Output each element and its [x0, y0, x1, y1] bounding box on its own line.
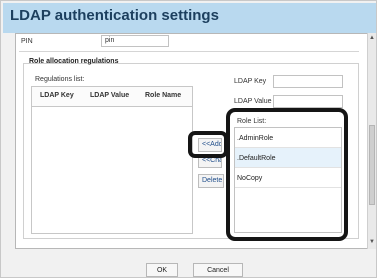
- ldap-value-label: LDAP Value: [234, 98, 272, 105]
- cancel-button[interactable]: Cancel: [193, 263, 243, 277]
- role-item-adminrole[interactable]: .AdminRole: [235, 128, 341, 148]
- role-list-label: Role List:: [237, 118, 267, 125]
- pin-field[interactable]: pin: [101, 35, 169, 47]
- ldap-key-label: LDAP Key: [234, 78, 267, 85]
- ldap-key-input[interactable]: [273, 75, 343, 88]
- column-header-ldap-value[interactable]: LDAP Value: [90, 92, 129, 99]
- role-list-highlight: Role List: .AdminRole .DefaultRole NoCop…: [226, 108, 348, 241]
- regulations-table[interactable]: LDAP Key LDAP Value Role Name: [31, 86, 193, 234]
- section-title: Role allocation regulations: [29, 58, 119, 65]
- dialog-title: LDAP authentication settings: [10, 7, 219, 24]
- regulations-list-label: Regulations list:: [35, 76, 85, 83]
- add-button-highlight: [188, 131, 228, 158]
- separator: [19, 51, 359, 52]
- role-list[interactable]: .AdminRole .DefaultRole NoCopy: [234, 127, 342, 233]
- ok-button[interactable]: OK: [146, 263, 178, 277]
- column-header-role-name[interactable]: Role Name: [145, 92, 181, 99]
- scrollbar-thumb[interactable]: [369, 125, 375, 205]
- vertical-scrollbar[interactable]: ▲ ▼: [367, 33, 376, 249]
- delete-button[interactable]: Delete: [198, 174, 224, 188]
- pin-row: PIN pin: [21, 35, 169, 49]
- role-item-defaultrole[interactable]: .DefaultRole: [235, 148, 341, 168]
- role-item-nocopy[interactable]: NoCopy: [235, 168, 341, 188]
- table-header: LDAP Key LDAP Value Role Name: [32, 87, 192, 107]
- pin-label: PIN: [21, 38, 33, 45]
- scroll-down-icon[interactable]: ▼: [369, 239, 375, 245]
- dialog-titlebar: LDAP authentication settings: [3, 3, 376, 33]
- column-header-ldap-key[interactable]: LDAP Key: [40, 92, 74, 99]
- ldap-settings-dialog: LDAP authentication settings ▲ ▼ PIN pin…: [0, 0, 377, 278]
- scroll-up-icon[interactable]: ▲: [369, 35, 375, 41]
- ldap-value-input[interactable]: [273, 95, 343, 108]
